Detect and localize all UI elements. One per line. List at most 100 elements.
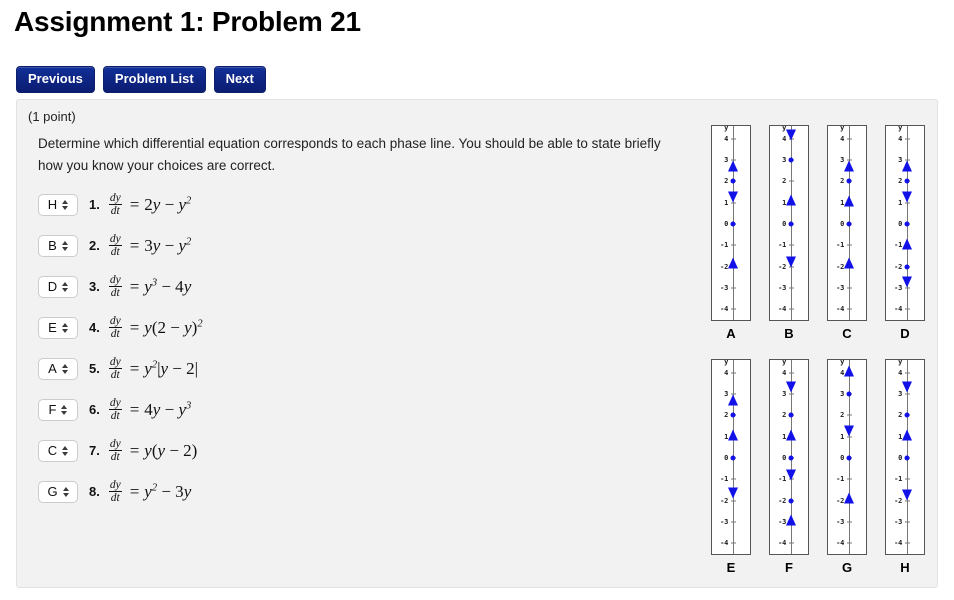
phase-tick-label: -1 (778, 241, 786, 250)
spinner-updown-icon[interactable] (62, 445, 69, 456)
spinner-updown-icon[interactable] (61, 322, 68, 333)
phase-line-a: y 4 3 2 1 0 -1 -2 -3 -4 A (711, 124, 751, 341)
fraction-denominator: dt (108, 409, 122, 422)
phase-tick-label: -4 (720, 539, 728, 548)
answer-select-1[interactable]: H (38, 193, 78, 216)
phase-tick-label: -1 (778, 475, 786, 484)
fraction-numerator: dy (109, 438, 121, 450)
phase-tick-label: -4 (894, 305, 902, 314)
answer-index: 3. (89, 279, 100, 294)
fraction-denominator: dt (108, 491, 122, 504)
answer-select-value: E (48, 320, 57, 335)
spinner-updown-icon[interactable] (61, 363, 68, 374)
spinner-updown-icon[interactable] (61, 404, 68, 415)
phase-tick-mark (905, 500, 910, 502)
phase-tick-label: 2 (724, 177, 728, 186)
phase-line-label: H (900, 560, 910, 575)
phase-tick-mark (731, 138, 736, 140)
phase-tick-label: -3 (836, 283, 844, 292)
fraction-numerator: dy (109, 397, 121, 409)
phase-tick-mark (905, 393, 910, 395)
phase-tick-mark (905, 308, 910, 310)
answer-row: C 7. dy dt = y(y − 2) (38, 430, 458, 471)
answer-row: D 3. dy dt = y3 − 4y (38, 266, 458, 307)
phase-tick-mark (905, 287, 910, 289)
phase-tick-mark (731, 521, 736, 523)
next-button[interactable]: Next (213, 66, 266, 93)
equals-sign: = (129, 235, 140, 255)
differential-equation: dy dt = y(2 − y)2 (106, 315, 203, 340)
answer-select-6[interactable]: F (38, 398, 78, 421)
phase-tick-mark (905, 138, 910, 140)
phase-tick-label: 2 (782, 177, 786, 186)
flow-arrow-up-icon (844, 160, 854, 172)
phase-line-f: y 4 3 2 1 0 -1 -2 -3 -4 F (769, 358, 809, 575)
equilibrium-dot (846, 455, 852, 461)
spinner-updown-icon[interactable] (61, 240, 68, 251)
phase-line-box: y 4 3 2 1 0 -1 -2 -3 -4 (885, 124, 925, 321)
phase-line-box: y 4 3 2 1 0 -1 -2 -3 -4 (885, 358, 925, 555)
phase-tick-mark (789, 287, 794, 289)
phase-line-gallery: y 4 3 2 1 0 -1 -2 -3 -4 Ay 4 3 2 1 0 -1 -2 -3 -4 By 4 3 2 1 0 -1 -2… (711, 124, 941, 593)
equation-right-hand-side: y3 − 4y (144, 276, 192, 296)
differential-equation: dy dt = 3y − y2 (106, 233, 191, 258)
flow-arrow-up-icon (902, 429, 912, 441)
flow-arrow-down-icon (844, 425, 854, 437)
phase-line-g: y 4 3 2 1 0 -1 -2 -3 -4 G (827, 358, 867, 575)
flow-arrow-up-icon (728, 160, 738, 172)
answer-index: 8. (89, 484, 100, 499)
problem-list-button[interactable]: Problem List (102, 66, 206, 93)
phase-line-box: y 4 3 2 1 0 -1 -2 -3 -4 (711, 358, 751, 555)
phase-line-label: E (726, 560, 736, 575)
phase-line-label: A (726, 326, 736, 341)
spinner-updown-icon[interactable] (62, 486, 69, 497)
phase-tick-mark (905, 521, 910, 523)
equals-sign: = (129, 358, 140, 378)
phase-tick-label: 4 (898, 368, 902, 377)
answer-index: 2. (89, 238, 100, 253)
previous-button[interactable]: Previous (16, 66, 95, 93)
phase-tick-mark (731, 287, 736, 289)
fraction-denominator: dt (108, 450, 122, 463)
answer-select-2[interactable]: B (38, 234, 78, 257)
answer-select-7[interactable]: C (38, 439, 78, 462)
answer-index: 5. (89, 361, 100, 376)
phase-tick-label: -3 (894, 283, 902, 292)
phase-tick-label: -1 (894, 241, 902, 250)
spinner-updown-icon[interactable] (62, 199, 69, 210)
phase-tick-label: 3 (840, 390, 844, 399)
phase-tick-label: -1 (836, 241, 844, 250)
answer-select-4[interactable]: E (38, 316, 78, 339)
phase-tick-label: 0 (898, 220, 902, 228)
flow-arrow-down-icon (902, 276, 912, 288)
equals-sign: = (129, 399, 140, 419)
answer-select-3[interactable]: D (38, 275, 78, 298)
answer-select-value: H (47, 197, 58, 212)
equilibrium-dot (904, 221, 910, 227)
phase-line-b: y 4 3 2 1 0 -1 -2 -3 -4 B (769, 124, 809, 341)
phase-tick-label: -2 (778, 496, 786, 505)
answer-row: F 6. dy dt = 4y − y3 (38, 389, 458, 430)
phase-line-label: C (842, 326, 852, 341)
phase-line-d: y 4 3 2 1 0 -1 -2 -3 -4 D (885, 124, 925, 341)
equation-right-hand-side: 4y − y3 (144, 399, 192, 419)
phase-tick-label: 2 (724, 411, 728, 420)
equation-right-hand-side: y2 − 3y (144, 481, 192, 501)
fraction-denominator: dt (108, 204, 122, 217)
spinner-updown-icon[interactable] (62, 281, 69, 292)
equilibrium-dot (904, 412, 910, 418)
phase-tick-mark (731, 244, 736, 246)
equation-right-hand-side: 3y − y2 (144, 235, 192, 255)
equilibrium-dot (730, 455, 736, 461)
fraction-denominator: dt (108, 245, 122, 258)
answer-select-5[interactable]: A (38, 357, 78, 380)
phase-tick-mark (847, 414, 852, 416)
phase-tick-mark (731, 542, 736, 544)
answer-row: G 8. dy dt = y2 − 3y (38, 471, 458, 512)
answer-select-8[interactable]: G (38, 480, 78, 503)
phase-tick-label: -4 (836, 305, 844, 314)
answer-select-value: F (48, 402, 57, 417)
phase-tick-mark (731, 372, 736, 374)
phase-tick-mark (847, 308, 852, 310)
phase-line-h: y 4 3 2 1 0 -1 -2 -3 -4 H (885, 358, 925, 575)
